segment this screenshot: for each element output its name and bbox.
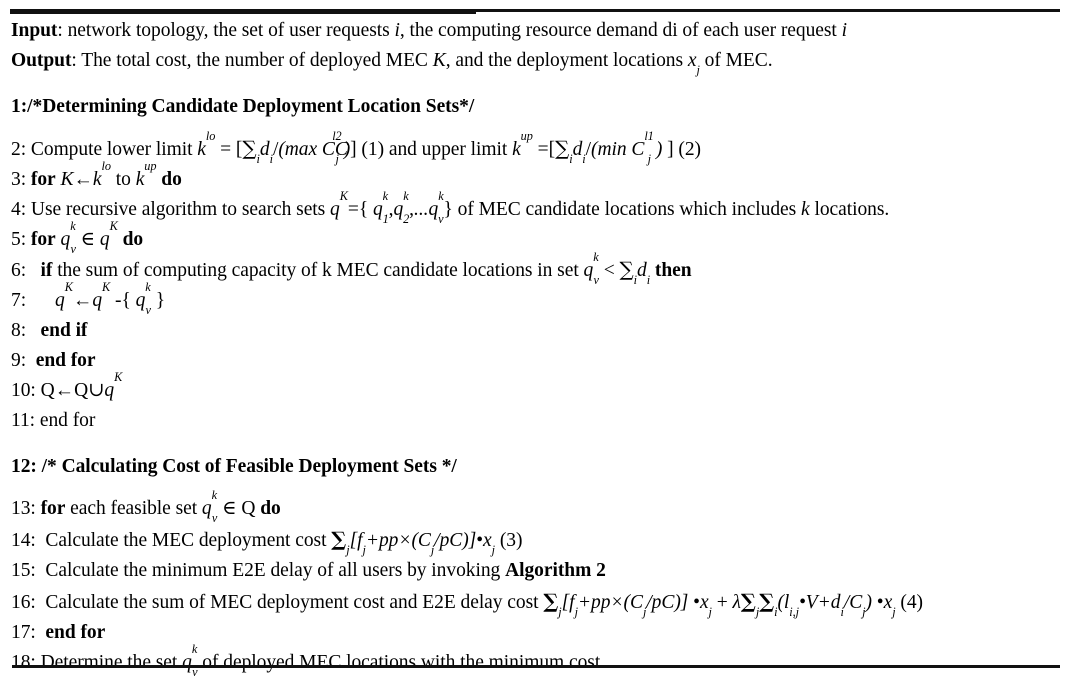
- line-16-text: Calculate the sum of MEC deployment cost…: [45, 589, 923, 620]
- line-12: 12: /* Calculating Cost of Feasible Depl…: [0, 452, 1073, 482]
- algorithm-2-reference: Algorithm 2: [505, 560, 606, 581]
- line-13-number: 13:: [11, 498, 41, 519]
- output-label: Output: [11, 50, 72, 71]
- line-17: 17: end for: [0, 618, 1073, 648]
- line-12-number: 12:: [11, 456, 42, 477]
- line-17-text: end for: [45, 622, 106, 643]
- line-13-text: each feasible set qkv ∈ Q: [70, 488, 256, 526]
- line-1-text: /*Determining Candidate Deployment Locat…: [27, 96, 475, 117]
- line-4: 4: Use recursive algorithm to search set…: [0, 189, 1073, 227]
- line-11-number: 11:: [11, 410, 40, 431]
- line-3-keyword-for: for: [30, 169, 56, 190]
- line-7: 7: qK←qK -{ qkv }: [0, 280, 1073, 318]
- line-15-number: 15:: [11, 560, 46, 581]
- line-3-keyword-do: do: [161, 169, 182, 190]
- line-5-keyword-do: do: [122, 229, 144, 250]
- line-10: 10: Q←Q∪qK: [0, 370, 1073, 406]
- algorithm-block: Input: network topology, the set of user…: [0, 0, 1073, 683]
- line-4-text: Use recursive algorithm to search sets q…: [30, 189, 890, 227]
- input-text: : network topology, the set of user requ…: [57, 20, 847, 41]
- line-9-text: end for: [35, 350, 96, 371]
- line-1: 1:/*Determining Candidate Deployment Loc…: [0, 92, 1073, 122]
- line-8-number: 8:: [11, 320, 41, 341]
- line-8: 8: end if: [0, 316, 1073, 346]
- line-5: 5: for qkv ∈ qK do: [11, 219, 144, 257]
- line-17-number: 17:: [11, 622, 46, 643]
- line-18-number: 18:: [11, 652, 41, 673]
- line-6-keyword-then: then: [654, 260, 692, 281]
- line-11-text: end for: [39, 410, 96, 431]
- line-6-number: 6:: [11, 260, 41, 281]
- line-10-text: Q←Q∪qK: [40, 370, 123, 401]
- line-6: 6: if the sum of computing capacity of k…: [0, 250, 1073, 288]
- line-2-text: Compute lower limit klo = [∑idi/(max CC l…: [30, 129, 701, 167]
- input-label: Input: [11, 20, 58, 41]
- line-15-text: Calculate the minimum E2E delay of all u…: [45, 560, 606, 581]
- line-6-text: the sum of computing capacity of k MEC c…: [57, 250, 651, 288]
- algorithm-body: Input: network topology, the set of user…: [0, 16, 1073, 678]
- line-7-number: 7:: [11, 290, 56, 311]
- line-3: 3: for K←klo to kup do: [11, 159, 182, 190]
- line-1-number: 1:: [11, 96, 28, 117]
- line-2: 2: Compute lower limit klo = [∑idi/(max …: [0, 129, 1073, 167]
- line-14: 14: Calculate the MEC deployment cost ∑j…: [0, 524, 1073, 556]
- line-2-number: 2:: [11, 139, 31, 160]
- line-13: 13: for each feasible set qkv ∈ Q do: [0, 488, 1073, 526]
- line-15: 15: Calculate the minimum E2E delay of a…: [0, 556, 1073, 586]
- line-5-number: 5:: [11, 229, 31, 250]
- line-9-number: 9:: [11, 350, 36, 371]
- line-9: 9: end for: [0, 346, 1073, 376]
- line-3-number: 3:: [11, 169, 31, 190]
- line-14-text: Calculate the MEC deployment cost ∑j[fj+…: [45, 527, 523, 558]
- line-10-number: 10:: [11, 380, 41, 401]
- line-11: 11: end for: [0, 406, 1073, 436]
- output-text: : The total cost, the number of deployed…: [71, 50, 773, 78]
- line-18-text: Determine the set qkv of deployed MEC lo…: [40, 642, 601, 680]
- output-line: Output: The total cost, the number of de…: [0, 46, 1073, 76]
- line-4-number: 4:: [11, 199, 31, 220]
- line-8-text: end if: [40, 320, 88, 341]
- line-6-keyword-if: if: [40, 260, 53, 281]
- bottom-rule: [12, 665, 1060, 668]
- line-13-keyword-for: for: [40, 498, 66, 519]
- line-14-number: 14:: [11, 530, 46, 551]
- line-12-text: /* Calculating Cost of Feasible Deployme…: [41, 456, 457, 477]
- top-rule-step: [10, 12, 476, 14]
- line-18: 18: Determine the set qkv of deployed ME…: [0, 642, 1073, 680]
- line-7-text: qK←qK -{ qkv }: [55, 280, 166, 318]
- line-16-number: 16:: [11, 592, 46, 613]
- line-5-keyword-for: for: [30, 229, 56, 250]
- input-line: Input: network topology, the set of user…: [0, 16, 1073, 46]
- line-16: 16: Calculate the sum of MEC deployment …: [0, 586, 1073, 618]
- line-13-keyword-do: do: [260, 498, 281, 519]
